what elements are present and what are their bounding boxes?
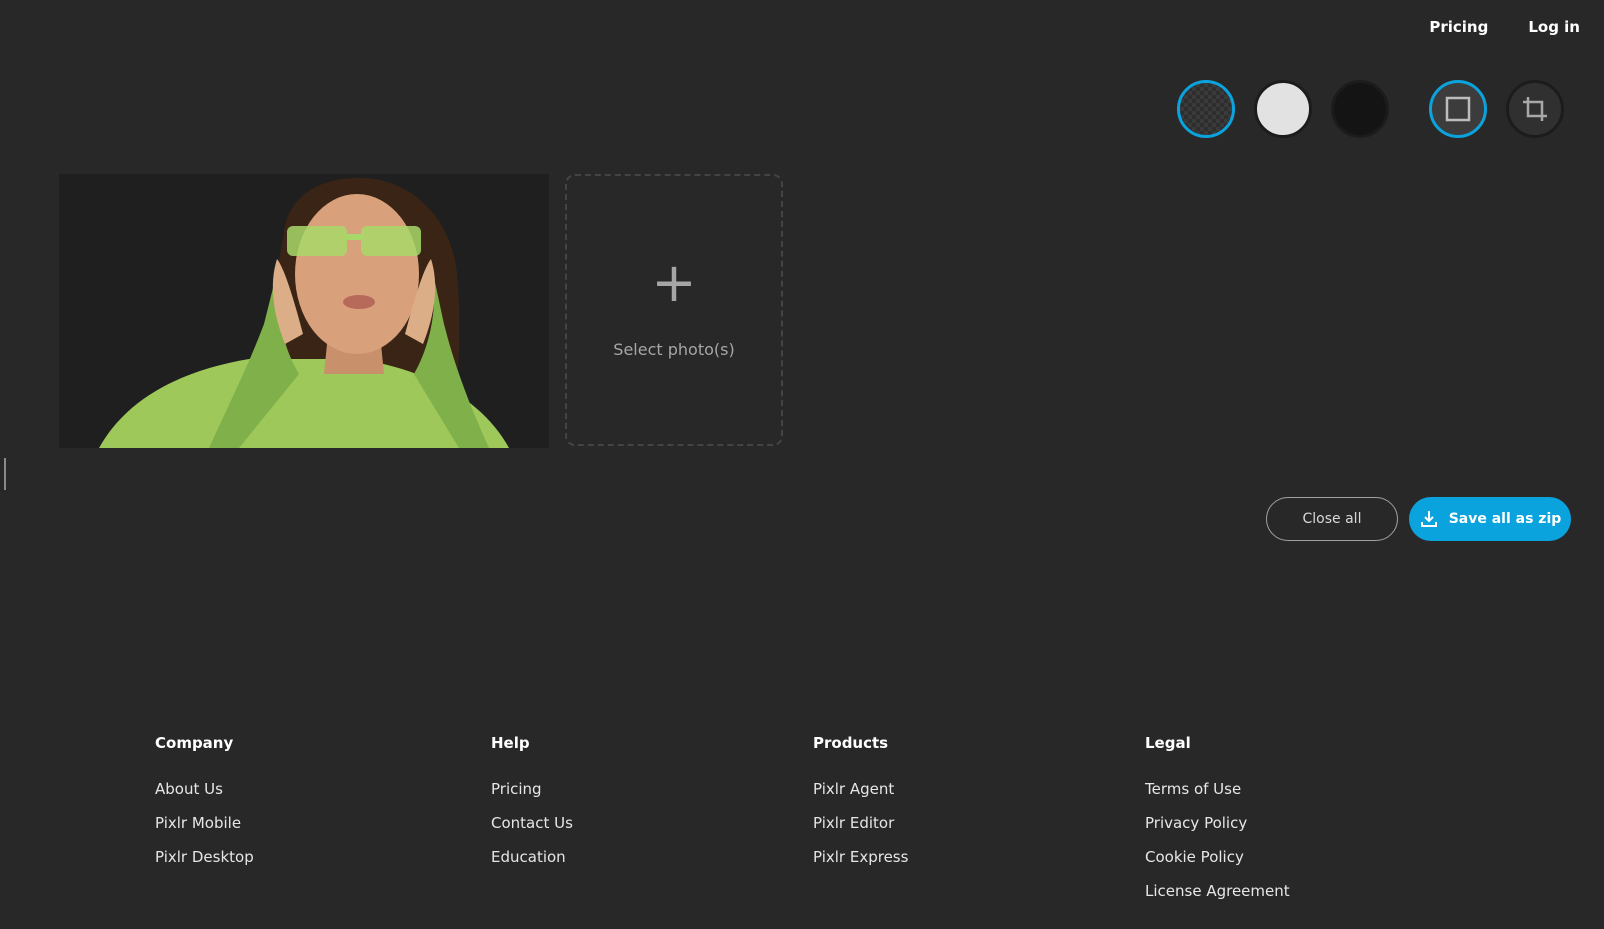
- footer-link-cookie-policy[interactable]: Cookie Policy: [1145, 848, 1290, 866]
- background-transparent-option[interactable]: [1177, 80, 1235, 138]
- footer-link-pixlr-mobile[interactable]: Pixlr Mobile: [155, 814, 254, 832]
- select-photos-dropzone[interactable]: + Select photo(s): [565, 174, 783, 446]
- footer-column-company: Company About Us Pixlr Mobile Pixlr Desk…: [155, 734, 254, 882]
- footer-column-help: Help Pricing Contact Us Education: [491, 734, 573, 882]
- footer-link-education[interactable]: Education: [491, 848, 573, 866]
- footer-link-pricing[interactable]: Pricing: [491, 780, 573, 798]
- download-icon: [1420, 511, 1437, 527]
- close-all-button[interactable]: Close all: [1266, 497, 1398, 541]
- photo-thumbnail[interactable]: [59, 174, 549, 448]
- footer-link-pixlr-editor[interactable]: Pixlr Editor: [813, 814, 908, 832]
- square-shape-option[interactable]: [1429, 80, 1487, 138]
- footer-heading-company: Company: [155, 734, 234, 752]
- footer-link-pixlr-agent[interactable]: Pixlr Agent: [813, 780, 908, 798]
- background-black-option[interactable]: [1331, 80, 1389, 138]
- footer-link-privacy-policy[interactable]: Privacy Policy: [1145, 814, 1290, 832]
- footer-link-contact-us[interactable]: Contact Us: [491, 814, 573, 832]
- footer-link-pixlr-desktop[interactable]: Pixlr Desktop: [155, 848, 254, 866]
- square-icon: [1445, 96, 1471, 122]
- footer-column-legal: Legal Terms of Use Privacy Policy Cookie…: [1145, 734, 1290, 916]
- top-nav: Pricing Log in: [1429, 18, 1580, 36]
- footer-heading-products: Products: [813, 734, 889, 752]
- select-photos-label: Select photo(s): [613, 339, 735, 359]
- background-white-option[interactable]: [1254, 80, 1312, 138]
- crop-icon: [1523, 97, 1547, 121]
- nav-login-link[interactable]: Log in: [1528, 18, 1580, 36]
- page: Pricing Log in + Select photo(s) Close a…: [0, 0, 1604, 929]
- nav-pricing-link[interactable]: Pricing: [1429, 18, 1488, 36]
- photo-image: [59, 174, 549, 448]
- footer-column-products: Products Pixlr Agent Pixlr Editor Pixlr …: [813, 734, 908, 882]
- footer-heading-legal: Legal: [1145, 734, 1191, 752]
- save-all-zip-button[interactable]: Save all as zip: [1409, 497, 1571, 541]
- text-cursor: [4, 458, 6, 490]
- plus-icon: +: [651, 250, 697, 314]
- footer-heading-help: Help: [491, 734, 530, 752]
- footer-link-about-us[interactable]: About Us: [155, 780, 254, 798]
- save-all-zip-label: Save all as zip: [1448, 511, 1562, 527]
- footer-link-license-agreement[interactable]: License Agreement: [1145, 882, 1290, 900]
- crop-option[interactable]: [1506, 80, 1564, 138]
- footer-link-terms-of-use[interactable]: Terms of Use: [1145, 780, 1290, 798]
- footer-link-pixlr-express[interactable]: Pixlr Express: [813, 848, 908, 866]
